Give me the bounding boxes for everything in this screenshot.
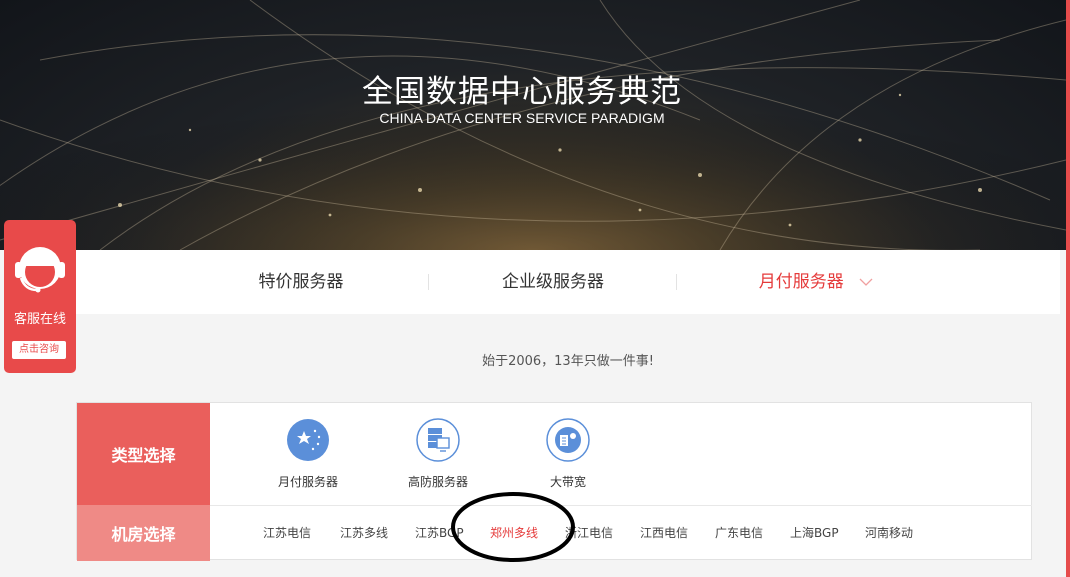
type-ddos-server[interactable]: 高防服务器: [388, 417, 488, 490]
type-label: 高防服务器: [407, 475, 468, 489]
type-monthly-server[interactable]: 月付服务器: [258, 417, 358, 490]
room-jiangsu-multiline[interactable]: 江苏多线: [340, 524, 388, 541]
slogan-text: 始于2006，13年只做一件事!: [482, 354, 654, 369]
hero-title: 全国数据中心服务典范: [362, 74, 682, 110]
server-category-tabs: 特价服务器 企业级服务器 月付服务器: [76, 250, 1060, 314]
customer-service-label: 客服在线: [13, 312, 66, 327]
tab-label: 特价服务器: [258, 272, 344, 292]
headset-avatar-icon: [13, 238, 67, 304]
customer-service-widget[interactable]: 客服在线 点击咨询: [4, 220, 76, 373]
annotation-circle: [451, 492, 575, 562]
consult-button[interactable]: 点击咨询: [12, 341, 66, 359]
room-select-label: 机房选择: [77, 505, 210, 561]
right-edge-line: [1066, 0, 1070, 577]
tab-divider: [428, 274, 429, 290]
tab-divider: [676, 274, 677, 290]
room-jiangxi-telecom[interactable]: 江西电信: [640, 524, 688, 541]
room-henan-mobile[interactable]: 河南移动: [865, 524, 913, 541]
hero-banner: 全国数据中心服务典范 CHINA DATA CENTER SERVICE PAR…: [0, 0, 1066, 250]
chevron-down-icon: [859, 250, 873, 314]
tab-special-server[interactable]: 特价服务器: [226, 250, 376, 314]
star-globe-icon: [285, 417, 331, 463]
room-jiangsu-telecom[interactable]: 江苏电信: [263, 524, 311, 541]
tab-monthly-server[interactable]: 月付服务器: [736, 250, 896, 314]
bandwidth-globe-icon: [545, 417, 591, 463]
row-divider: [210, 505, 1032, 506]
type-label: 大带宽: [549, 475, 586, 489]
type-label: 月付服务器: [277, 475, 338, 489]
room-guangdong-telecom[interactable]: 广东电信: [715, 524, 763, 541]
tab-enterprise-server[interactable]: 企业级服务器: [478, 250, 628, 314]
tab-label: 企业级服务器: [502, 272, 604, 292]
type-high-bandwidth[interactable]: 大带宽: [518, 417, 618, 490]
type-select-label: 类型选择: [77, 403, 210, 505]
room-shanghai-bgp[interactable]: 上海BGP: [790, 524, 839, 541]
hero-subtitle: CHINA DATA CENTER SERVICE PARADIGM: [379, 110, 665, 126]
server-shield-icon: [415, 417, 461, 463]
tab-label: 月付服务器: [758, 272, 844, 292]
